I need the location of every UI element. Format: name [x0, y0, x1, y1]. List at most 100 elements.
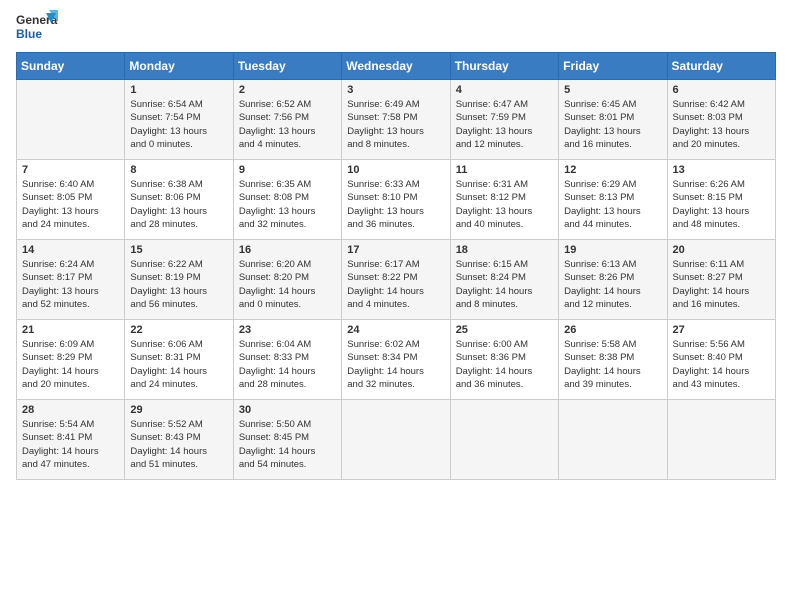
calendar-cell: 2 Sunrise: 6:52 AM Sunset: 7:56 PM Daylig… [233, 80, 341, 160]
calendar-cell [17, 80, 125, 160]
day-number: 1 [130, 84, 227, 96]
calendar-table: SundayMondayTuesdayWednesdayThursdayFrid… [16, 52, 776, 480]
day-number: 12 [564, 164, 661, 176]
day-details: Sunrise: 6:06 AM Sunset: 8:31 PM Dayligh… [130, 338, 227, 391]
calendar-cell [667, 400, 775, 480]
week-row-3: 14 Sunrise: 6:24 AM Sunset: 8:17 PM Dayli… [17, 240, 776, 320]
day-details: Sunrise: 6:45 AM Sunset: 8:01 PM Dayligh… [564, 98, 661, 151]
weekday-header-tuesday: Tuesday [233, 53, 341, 80]
day-details: Sunrise: 6:11 AM Sunset: 8:27 PM Dayligh… [673, 258, 770, 311]
weekday-header-saturday: Saturday [667, 53, 775, 80]
day-details: Sunrise: 5:50 AM Sunset: 8:45 PM Dayligh… [239, 418, 336, 471]
day-details: Sunrise: 6:47 AM Sunset: 7:59 PM Dayligh… [456, 98, 553, 151]
day-number: 13 [673, 164, 770, 176]
calendar-cell: 18 Sunrise: 6:15 AM Sunset: 8:24 PM Dayli… [450, 240, 558, 320]
calendar-cell: 10 Sunrise: 6:33 AM Sunset: 8:10 PM Dayli… [342, 160, 450, 240]
day-details: Sunrise: 6:33 AM Sunset: 8:10 PM Dayligh… [347, 178, 444, 231]
svg-text:Blue: Blue [16, 27, 42, 41]
day-details: Sunrise: 6:38 AM Sunset: 8:06 PM Dayligh… [130, 178, 227, 231]
day-details: Sunrise: 5:56 AM Sunset: 8:40 PM Dayligh… [673, 338, 770, 391]
calendar-cell: 9 Sunrise: 6:35 AM Sunset: 8:08 PM Daylig… [233, 160, 341, 240]
calendar-cell: 8 Sunrise: 6:38 AM Sunset: 8:06 PM Daylig… [125, 160, 233, 240]
calendar-cell: 11 Sunrise: 6:31 AM Sunset: 8:12 PM Dayli… [450, 160, 558, 240]
calendar-cell: 14 Sunrise: 6:24 AM Sunset: 8:17 PM Dayli… [17, 240, 125, 320]
day-number: 3 [347, 84, 444, 96]
logo: General Blue [16, 10, 58, 44]
weekday-header-monday: Monday [125, 53, 233, 80]
calendar-cell: 19Sunrise: 6:13 AM Sunset: 8:26 PM Dayli… [559, 240, 667, 320]
calendar-cell: 22 Sunrise: 6:06 AM Sunset: 8:31 PM Dayli… [125, 320, 233, 400]
calendar-cell: 16 Sunrise: 6:20 AM Sunset: 8:20 PM Dayli… [233, 240, 341, 320]
calendar-cell: 20 Sunrise: 6:11 AM Sunset: 8:27 PM Dayli… [667, 240, 775, 320]
day-number: 18 [456, 244, 553, 256]
calendar-cell: 12 Sunrise: 6:29 AM Sunset: 8:13 PM Dayli… [559, 160, 667, 240]
calendar-cell: 27 Sunrise: 5:56 AM Sunset: 8:40 PM Dayli… [667, 320, 775, 400]
day-number: 6 [673, 84, 770, 96]
day-number: 24 [347, 324, 444, 336]
day-number: 15 [130, 244, 227, 256]
calendar-cell [342, 400, 450, 480]
week-row-2: 7 Sunrise: 6:40 AM Sunset: 8:05 PM Daylig… [17, 160, 776, 240]
calendar-cell: 29 Sunrise: 5:52 AM Sunset: 8:43 PM Dayli… [125, 400, 233, 480]
day-details: Sunrise: 6:15 AM Sunset: 8:24 PM Dayligh… [456, 258, 553, 311]
day-number: 29 [130, 404, 227, 416]
calendar-cell: 30Sunrise: 5:50 AM Sunset: 8:45 PM Dayli… [233, 400, 341, 480]
day-number: 10 [347, 164, 444, 176]
day-details: Sunrise: 6:02 AM Sunset: 8:34 PM Dayligh… [347, 338, 444, 391]
day-details: Sunrise: 6:49 AM Sunset: 7:58 PM Dayligh… [347, 98, 444, 151]
day-number: 28 [22, 404, 119, 416]
weekday-header-wednesday: Wednesday [342, 53, 450, 80]
week-row-4: 21 Sunrise: 6:09 AM Sunset: 8:29 PM Dayli… [17, 320, 776, 400]
day-details: Sunrise: 6:42 AM Sunset: 8:03 PM Dayligh… [673, 98, 770, 151]
calendar-cell: 21 Sunrise: 6:09 AM Sunset: 8:29 PM Dayli… [17, 320, 125, 400]
calendar-cell: 5 Sunrise: 6:45 AM Sunset: 8:01 PM Daylig… [559, 80, 667, 160]
weekday-header-thursday: Thursday [450, 53, 558, 80]
calendar-cell: 1 Sunrise: 6:54 AM Sunset: 7:54 PM Daylig… [125, 80, 233, 160]
calendar-cell: 25Sunrise: 6:00 AM Sunset: 8:36 PM Dayli… [450, 320, 558, 400]
page-header: General Blue [16, 10, 776, 44]
day-details: Sunrise: 6:24 AM Sunset: 8:17 PM Dayligh… [22, 258, 119, 311]
calendar-cell: 23 Sunrise: 6:04 AM Sunset: 8:33 PM Dayli… [233, 320, 341, 400]
day-details: Sunrise: 6:29 AM Sunset: 8:13 PM Dayligh… [564, 178, 661, 231]
day-details: Sunrise: 6:13 AM Sunset: 8:26 PM Dayligh… [564, 258, 661, 311]
calendar-cell: 24 Sunrise: 6:02 AM Sunset: 8:34 PM Dayli… [342, 320, 450, 400]
day-details: Sunrise: 5:58 AM Sunset: 8:38 PM Dayligh… [564, 338, 661, 391]
day-details: Sunrise: 6:17 AM Sunset: 8:22 PM Dayligh… [347, 258, 444, 311]
day-number: 8 [130, 164, 227, 176]
day-number: 21 [22, 324, 119, 336]
day-details: Sunrise: 6:54 AM Sunset: 7:54 PM Dayligh… [130, 98, 227, 151]
day-details: Sunrise: 6:26 AM Sunset: 8:15 PM Dayligh… [673, 178, 770, 231]
day-details: Sunrise: 6:31 AM Sunset: 8:12 PM Dayligh… [456, 178, 553, 231]
day-number: 16 [239, 244, 336, 256]
logo-svg: General Blue [16, 10, 58, 44]
day-details: Sunrise: 6:20 AM Sunset: 8:20 PM Dayligh… [239, 258, 336, 311]
day-details: Sunrise: 6:22 AM Sunset: 8:19 PM Dayligh… [130, 258, 227, 311]
day-details: Sunrise: 6:04 AM Sunset: 8:33 PM Dayligh… [239, 338, 336, 391]
calendar-cell [559, 400, 667, 480]
weekday-header-friday: Friday [559, 53, 667, 80]
day-number: 27 [673, 324, 770, 336]
day-number: 14 [22, 244, 119, 256]
day-details: Sunrise: 6:09 AM Sunset: 8:29 PM Dayligh… [22, 338, 119, 391]
day-number: 2 [239, 84, 336, 96]
weekday-header-sunday: Sunday [17, 53, 125, 80]
day-number: 23 [239, 324, 336, 336]
day-details: Sunrise: 6:40 AM Sunset: 8:05 PM Dayligh… [22, 178, 119, 231]
day-number: 5 [564, 84, 661, 96]
day-number: 9 [239, 164, 336, 176]
day-details: Sunrise: 5:52 AM Sunset: 8:43 PM Dayligh… [130, 418, 227, 471]
day-number: 17 [347, 244, 444, 256]
weekday-header-row: SundayMondayTuesdayWednesdayThursdayFrid… [17, 53, 776, 80]
day-number: 7 [22, 164, 119, 176]
week-row-1: 1 Sunrise: 6:54 AM Sunset: 7:54 PM Daylig… [17, 80, 776, 160]
calendar-cell: 4 Sunrise: 6:47 AM Sunset: 7:59 PM Daylig… [450, 80, 558, 160]
day-details: Sunrise: 6:52 AM Sunset: 7:56 PM Dayligh… [239, 98, 336, 151]
day-number: 4 [456, 84, 553, 96]
day-details: Sunrise: 6:35 AM Sunset: 8:08 PM Dayligh… [239, 178, 336, 231]
calendar-cell [450, 400, 558, 480]
week-row-5: 28 Sunrise: 5:54 AM Sunset: 8:41 PM Dayli… [17, 400, 776, 480]
day-number: 11 [456, 164, 553, 176]
day-number: 20 [673, 244, 770, 256]
day-details: Sunrise: 5:54 AM Sunset: 8:41 PM Dayligh… [22, 418, 119, 471]
day-number: 22 [130, 324, 227, 336]
